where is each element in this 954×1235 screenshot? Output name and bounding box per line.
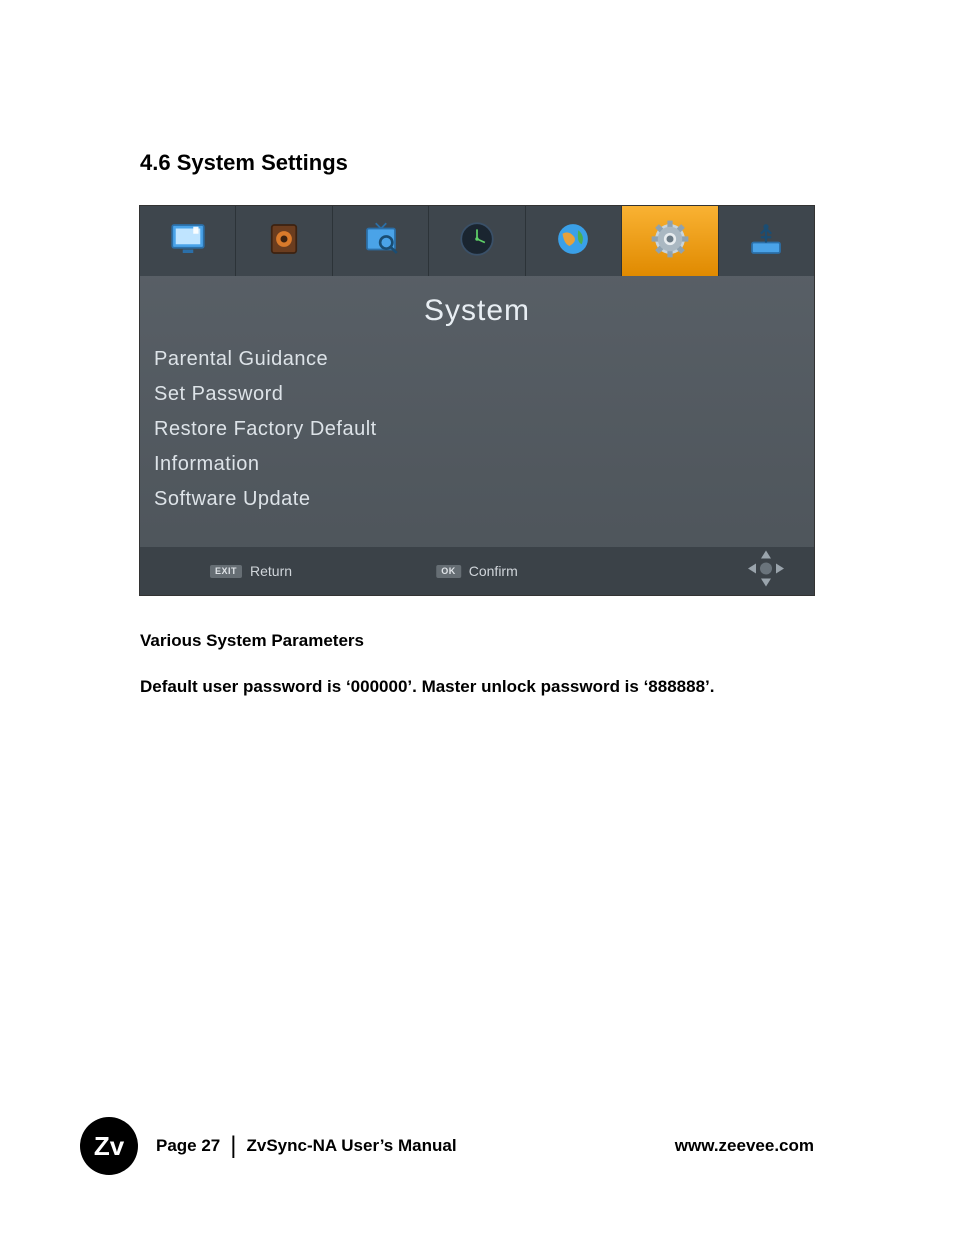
manual-title: ZvSync-NA User’s Manual bbox=[247, 1136, 457, 1156]
tab-time[interactable] bbox=[429, 206, 525, 276]
footer-separator: | bbox=[230, 1132, 236, 1160]
menu-item-software-update[interactable]: Software Update bbox=[154, 482, 814, 517]
section-heading: 4.6 System Settings bbox=[140, 150, 814, 176]
menu-item-set-password[interactable]: Set Password bbox=[154, 377, 814, 412]
menu-item-parental-guidance[interactable]: Parental Guidance bbox=[154, 342, 814, 377]
tab-usb[interactable] bbox=[719, 206, 814, 276]
return-label: Return bbox=[250, 563, 292, 579]
globe-icon bbox=[552, 218, 594, 265]
tab-sound[interactable] bbox=[236, 206, 332, 276]
zv-logo: Zv bbox=[80, 1117, 138, 1175]
caption-title: Various System Parameters bbox=[140, 631, 814, 651]
monitor-icon bbox=[167, 218, 209, 265]
menu-item-information[interactable]: Information bbox=[154, 447, 814, 482]
tab-system[interactable] bbox=[622, 206, 718, 276]
system-settings-screenshot: System Parental Guidance Set Password Re… bbox=[140, 206, 814, 595]
footer-url: www.zeevee.com bbox=[675, 1136, 814, 1156]
dpad-icon bbox=[746, 549, 786, 594]
speaker-icon bbox=[263, 218, 305, 265]
confirm-label: Confirm bbox=[469, 563, 518, 579]
page-footer: Zv Page 27 | ZvSync-NA User’s Manual www… bbox=[0, 1117, 954, 1175]
tab-language[interactable] bbox=[526, 206, 622, 276]
usb-icon bbox=[745, 218, 787, 265]
tab-channel[interactable] bbox=[333, 206, 429, 276]
hint-return: EXIT Return bbox=[210, 563, 292, 579]
exit-badge: EXIT bbox=[210, 565, 242, 578]
tab-picture[interactable] bbox=[140, 206, 236, 276]
menu-item-restore-factory-default[interactable]: Restore Factory Default bbox=[154, 412, 814, 447]
system-menu-list: Parental Guidance Set Password Restore F… bbox=[140, 342, 814, 547]
gear-icon bbox=[649, 218, 691, 265]
clock-icon bbox=[456, 218, 498, 265]
panel-title: System bbox=[140, 276, 814, 342]
page-number: Page 27 bbox=[156, 1136, 220, 1156]
hint-bar: EXIT Return OK Confirm bbox=[140, 547, 814, 595]
tab-row bbox=[140, 206, 814, 276]
hint-confirm: OK Confirm bbox=[436, 563, 518, 579]
caption-body: Default user password is ‘000000’. Maste… bbox=[140, 675, 814, 699]
tv-search-icon bbox=[360, 218, 402, 265]
ok-badge: OK bbox=[436, 565, 461, 578]
